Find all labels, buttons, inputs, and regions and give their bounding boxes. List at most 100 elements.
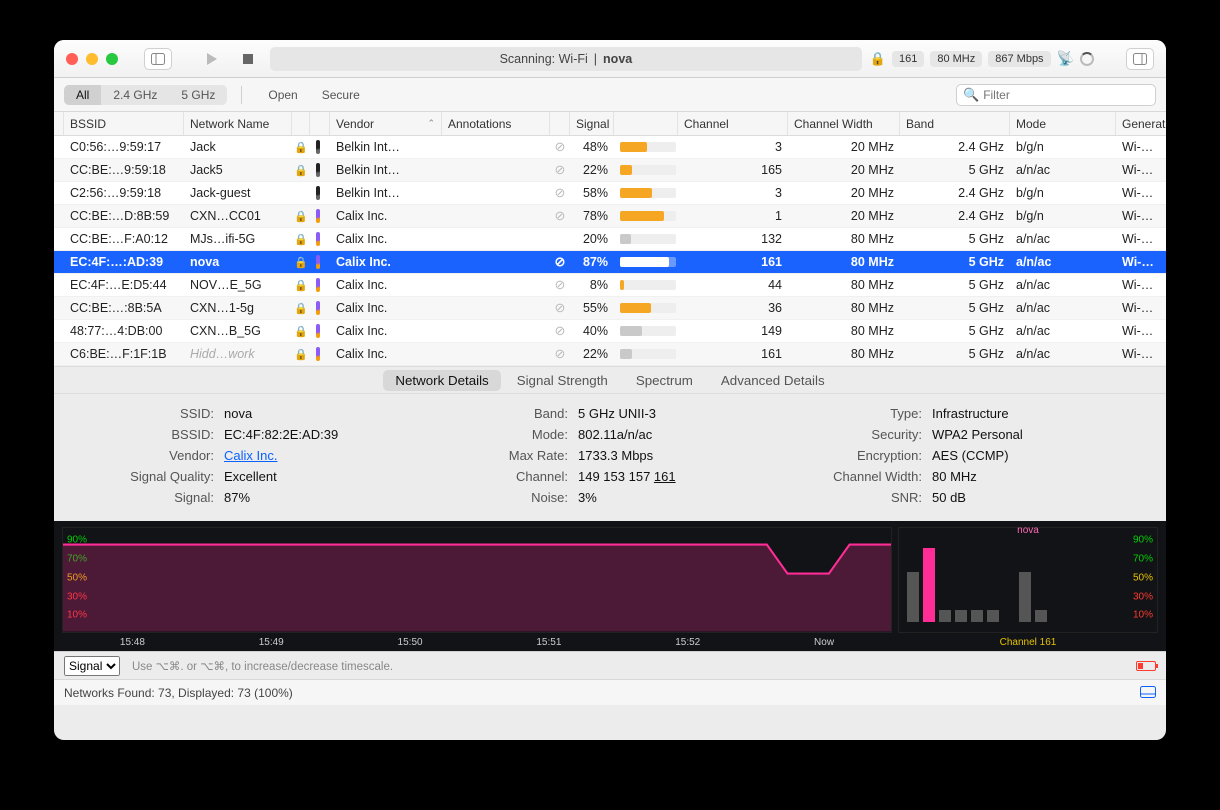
tab-network-details[interactable]: Network Details: [383, 370, 500, 391]
col-annotations[interactable]: Annotations: [442, 112, 550, 135]
filter-5ghz[interactable]: 5 GHz: [169, 85, 227, 105]
signal-time-chart[interactable]: 90% 70% 50% 30% 10% 15:48 15:49 15:50 15…: [62, 527, 892, 633]
maxrate-label: Max Rate:: [448, 448, 568, 463]
vendor-icon: [316, 347, 320, 361]
stop-button[interactable]: [234, 48, 262, 70]
cell-band: 5 GHz: [900, 301, 1010, 315]
cell-channel-width: 80 MHz: [788, 232, 900, 246]
cell-bssid: C0:56:…9:59:17: [64, 140, 184, 154]
sidebar-icon: [151, 53, 165, 65]
tab-signal-strength[interactable]: Signal Strength: [505, 370, 620, 391]
lock-icon: 🔒: [294, 348, 308, 361]
cell-bssid: EC:4F:…E:D5:44: [64, 278, 184, 292]
table-row[interactable]: 48:77:…4:DB:00CXN…B_5G🔒Calix Inc.⊘40%149…: [54, 320, 1166, 343]
signal-bar: [620, 211, 676, 221]
tab-advanced-details[interactable]: Advanced Details: [709, 370, 837, 391]
vendor-icon: [316, 209, 320, 223]
channel-value: 149 153 157 161: [578, 469, 676, 484]
cell-mode: a/n/ac: [1010, 347, 1116, 361]
sidebar-toggle-button[interactable]: [144, 48, 172, 70]
cell-generation: Wi-Fi 5: [1116, 255, 1166, 269]
cell-generation: Wi-Fi 5: [1116, 324, 1166, 338]
vendor-link[interactable]: Calix Inc.: [224, 448, 277, 463]
table-row[interactable]: C2:56:…9:59:18Jack-guestBelkin Int…⊘58%3…: [54, 182, 1166, 205]
networks-table: BSSID Network Name Vendor ⌃ Annotations …: [54, 112, 1166, 366]
maximize-icon[interactable]: [106, 53, 118, 65]
cell-channel: 44: [678, 278, 788, 292]
cell-mode: b/g/n: [1010, 140, 1116, 154]
inspector-toggle-button[interactable]: [1126, 48, 1154, 70]
col-band[interactable]: Band: [900, 112, 1010, 135]
channel-bar-chart[interactable]: nova 90% 70% 50% 30% 10% Channel 161: [898, 527, 1158, 633]
cell-channel: 36: [678, 301, 788, 315]
spinner-icon: [1080, 52, 1094, 66]
signal-bar: [620, 142, 676, 152]
table-row[interactable]: EC:4F:…E:D5:44NOV…E_5G🔒Calix Inc.⊘8%4480…: [54, 274, 1166, 297]
table-row[interactable]: CC:BE:…D:8B:59CXN…CC01🔒Calix Inc.⊘78%120…: [54, 205, 1166, 228]
cell-network-name: NOV…E_5G: [184, 278, 292, 292]
filter-secure[interactable]: Secure: [310, 85, 372, 105]
lock-icon: 🔒: [294, 302, 308, 315]
filter-24ghz[interactable]: 2.4 GHz: [101, 85, 169, 105]
signal-label: Signal:: [94, 490, 214, 505]
col-mode[interactable]: Mode: [1010, 112, 1116, 135]
cell-vendor: Belkin Int…: [330, 163, 442, 177]
bottom-panel-icon[interactable]: [1140, 685, 1156, 701]
cell-band: 5 GHz: [900, 255, 1010, 269]
lock-icon: 🔒: [294, 256, 308, 269]
annotation-icon: ⊘: [555, 323, 566, 339]
filter-bar: All 2.4 GHz 5 GHz Open Secure 🔍: [54, 78, 1166, 112]
status-text: Networks Found: 73, Displayed: 73 (100%): [64, 686, 293, 700]
cell-channel-width: 80 MHz: [788, 278, 900, 292]
cell-channel: 165: [678, 163, 788, 177]
annotation-icon: ⊘: [555, 139, 566, 155]
col-signal[interactable]: Signal: [570, 112, 614, 135]
filter-search[interactable]: 🔍: [956, 84, 1156, 106]
table-row[interactable]: EC:4F:…:AD:39nova🔒Calix Inc.⊘87%16180 MH…: [54, 251, 1166, 274]
close-icon[interactable]: [66, 53, 78, 65]
col-bssid[interactable]: BSSID: [64, 112, 184, 135]
lock-icon: 🔒: [294, 210, 308, 223]
traffic-lights: [66, 53, 118, 65]
cw-label: Channel Width:: [802, 469, 922, 484]
table-row[interactable]: C0:56:…9:59:17Jack🔒Belkin Int…⊘48%320 MH…: [54, 136, 1166, 159]
cell-generation: Wi-Fi 4: [1116, 186, 1166, 200]
cell-channel-width: 80 MHz: [788, 301, 900, 315]
broadcast-icon[interactable]: 📡: [1057, 50, 1074, 67]
cell-vendor: Calix Inc.: [330, 232, 442, 246]
col-channel[interactable]: Channel: [678, 112, 788, 135]
cell-network-name: Jack: [184, 140, 292, 154]
cell-bssid: EC:4F:…:AD:39: [64, 255, 184, 269]
filter-open[interactable]: Open: [256, 85, 309, 105]
cell-band: 5 GHz: [900, 232, 1010, 246]
col-channel-width[interactable]: Channel Width: [788, 112, 900, 135]
vendor-icon: [316, 186, 320, 200]
table-row[interactable]: C6:BE:…F:1F:1BHidd…work🔒Calix Inc.⊘22%16…: [54, 343, 1166, 366]
security-value: WPA2 Personal: [932, 427, 1023, 442]
lock-icon: 🔒: [294, 233, 308, 246]
table-row[interactable]: CC:BE:…:8B:5ACXN…1-5g🔒Calix Inc.⊘55%3680…: [54, 297, 1166, 320]
cell-channel-width: 80 MHz: [788, 255, 900, 269]
filter-all[interactable]: All: [64, 85, 101, 105]
col-generation[interactable]: Generation: [1116, 112, 1166, 135]
cell-channel-width: 20 MHz: [788, 186, 900, 200]
maxrate-value: 1733.3 Mbps: [578, 448, 653, 463]
snr-value: 50 dB: [932, 490, 966, 505]
bssid-value: EC:4F:82:2E:AD:39: [224, 427, 338, 442]
table-header: BSSID Network Name Vendor ⌃ Annotations …: [54, 112, 1166, 136]
cell-bssid: CC:BE:…F:A0:12: [64, 232, 184, 246]
col-vendor[interactable]: Vendor ⌃: [330, 112, 442, 135]
table-row[interactable]: CC:BE:…9:59:18Jack5🔒Belkin Int…⊘22%16520…: [54, 159, 1166, 182]
signal-line: [63, 528, 891, 632]
cell-mode: a/n/ac: [1010, 163, 1116, 177]
table-row[interactable]: CC:BE:…F:A0:12MJs…ifi-5G🔒Calix Inc.20%13…: [54, 228, 1166, 251]
filter-input[interactable]: [983, 88, 1149, 102]
vendor-icon: [316, 278, 320, 292]
col-network-name[interactable]: Network Name: [184, 112, 292, 135]
tab-spectrum[interactable]: Spectrum: [624, 370, 705, 391]
metric-select[interactable]: Signal: [64, 656, 120, 676]
minimize-icon[interactable]: [86, 53, 98, 65]
play-button[interactable]: [198, 48, 226, 70]
quality-label: Signal Quality:: [94, 469, 214, 484]
snr-label: SNR:: [802, 490, 922, 505]
